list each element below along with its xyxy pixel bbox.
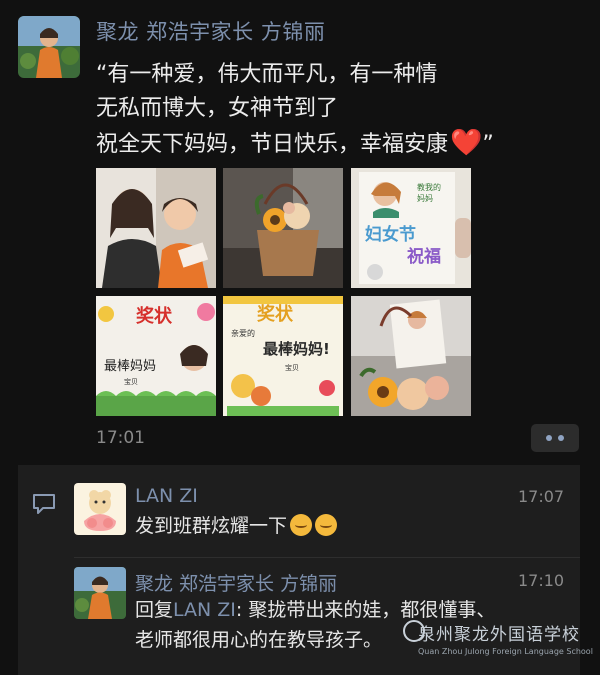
- school-watermark: 泉州聚龙外国语学校 Quan Zhou Julong Foreign Langu…: [418, 620, 593, 656]
- more-options-button[interactable]: [531, 424, 579, 452]
- photo3-text-1: 妇女节: [364, 224, 416, 245]
- reply-avatar[interactable]: [74, 567, 126, 619]
- comment-avatar[interactable]: [74, 483, 126, 535]
- photo5-text: 最棒妈妈!: [263, 340, 330, 358]
- heart-emoji: ❤️: [450, 128, 483, 158]
- post-author-avatar[interactable]: [18, 16, 80, 78]
- reply-text-line-2: 老师都很用心的在教导孩子。: [135, 629, 383, 651]
- post-text-line: 祝全天下妈妈，节日快乐，幸福安康❤️”: [96, 126, 586, 162]
- post-photo-3[interactable]: 教我的 妈妈 妇女节 祝福: [351, 168, 471, 288]
- more-icon: [546, 435, 552, 441]
- thinking-emoji: [290, 514, 313, 536]
- photo4-sub: 宝贝: [124, 377, 138, 386]
- watermark-main: 泉州聚龙外国语学校: [418, 625, 580, 645]
- post-text-line: “有一种爱，伟大而平凡，有一种情: [96, 62, 438, 87]
- reply-author-name[interactable]: 聚龙 郑浩宇家长 方锦丽: [135, 569, 337, 596]
- reply-to-name[interactable]: LAN ZI: [173, 599, 236, 621]
- post-text-line: 无私而博大，女神节到了: [96, 96, 339, 121]
- post-photo-6[interactable]: [351, 296, 471, 416]
- svg-text:妈妈: 妈妈: [417, 193, 433, 203]
- post-text: “有一种爱，伟大而平凡，有一种情 无私而博大，女神节到了 祝全天下妈妈，节日快乐…: [96, 58, 586, 162]
- reply-prefix: 回复: [135, 599, 174, 621]
- post-photo-4[interactable]: 奖状 最棒妈妈 宝贝: [96, 296, 216, 416]
- comment-author-name[interactable]: LAN ZI: [135, 485, 198, 507]
- photo4-title: 奖状: [136, 305, 173, 327]
- photo5-sub: 宝贝: [285, 363, 299, 372]
- post-text-line-body: 祝全天下妈妈，节日快乐，幸福安康: [96, 132, 449, 157]
- photo5-title: 奖状: [257, 303, 294, 325]
- post-author-name[interactable]: 聚龙 郑浩宇家长 方锦丽: [96, 16, 325, 46]
- post-time: 17:01: [96, 428, 145, 448]
- reply-time: 17:10: [518, 571, 565, 590]
- comment-text: 发到班群炫耀一下: [135, 511, 338, 541]
- comment-time: 17:07: [518, 487, 565, 506]
- comment-divider: [74, 557, 580, 558]
- post-photo-5[interactable]: 奖状 亲爱的 最棒妈妈! 宝贝: [223, 296, 343, 416]
- post-photo-2[interactable]: [223, 168, 343, 288]
- closing-quote: ”: [482, 132, 494, 157]
- watermark-sub: Quan Zhou Julong Foreign Language School: [418, 647, 593, 656]
- thinking-emoji: [315, 514, 338, 536]
- photo4-text: 最棒妈妈: [104, 359, 156, 374]
- more-icon: [558, 435, 564, 441]
- reply-text-1: : 聚拢带出来的娃，都很懂事、: [235, 599, 496, 621]
- comment-text-body: 发到班群炫耀一下: [135, 515, 288, 537]
- svg-text:教我的: 教我的: [417, 182, 441, 192]
- comment-icon: [33, 494, 55, 514]
- svg-text:亲爱的: 亲爱的: [231, 328, 255, 338]
- post-photo-1[interactable]: [96, 168, 216, 288]
- photo3-text-2: 祝福: [407, 246, 441, 267]
